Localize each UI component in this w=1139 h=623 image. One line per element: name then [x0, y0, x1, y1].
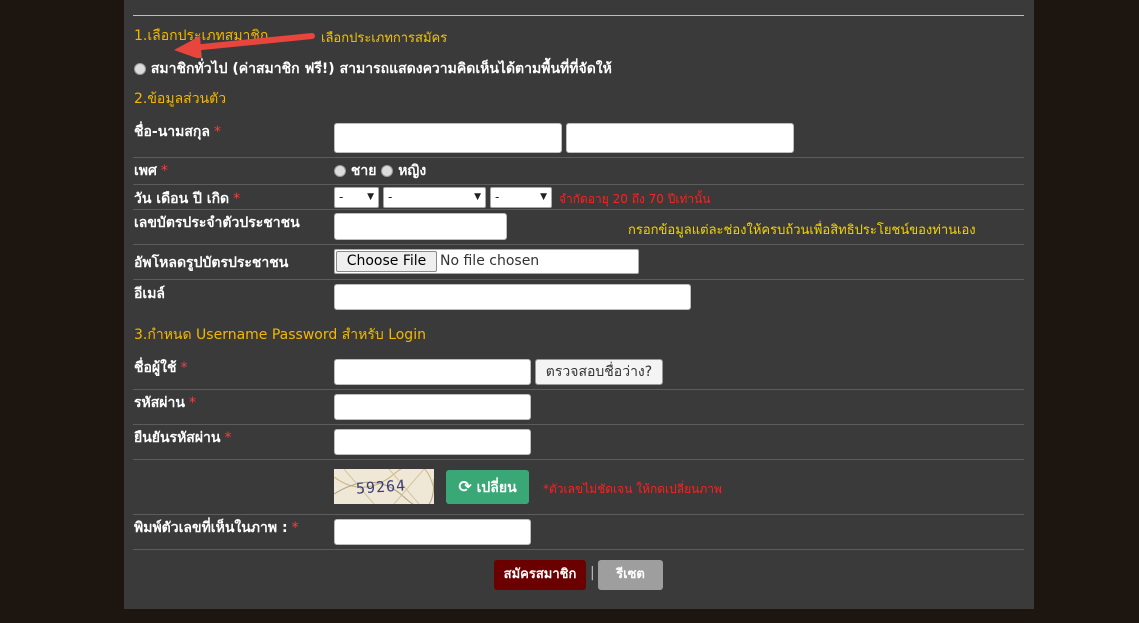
row-divider [133, 244, 1024, 245]
gender-female-label: หญิง [398, 163, 427, 179]
first-name-input[interactable] [334, 123, 562, 153]
confirm-password-label: ยืนยันรหัสผ่าน * [134, 430, 232, 446]
birth-day-select[interactable]: - ▼ [334, 187, 379, 208]
row-divider [133, 184, 1024, 185]
last-name-input[interactable] [566, 123, 794, 153]
username-input[interactable] [334, 359, 531, 385]
username-label: ชื่อผู้ใช้ * [134, 360, 188, 376]
refresh-captcha-button[interactable]: ⟳ เปลี่ยน [446, 470, 529, 504]
refresh-icon: ⟳ [458, 477, 472, 496]
annotation-label: เลือกประเภทการสมัคร [321, 31, 448, 46]
submit-register-button[interactable]: สมัครสมาชิก [494, 560, 586, 590]
id-card-input[interactable] [334, 213, 507, 240]
section-title-personal-info: 2.ข้อมูลส่วนตัว [134, 91, 227, 107]
choose-file-button[interactable]: Choose File [336, 251, 437, 272]
radio-general-member[interactable] [134, 63, 146, 75]
row-divider [133, 549, 1024, 550]
fill-all-note: กรอกข้อมูลแต่ละช่องให้ครบถ้วนเพื่อสิทธิป… [628, 223, 976, 238]
captcha-image: 59264 [334, 469, 434, 504]
radio-male[interactable] [334, 165, 346, 177]
check-username-button[interactable]: ตรวจสอบชื่อว่าง? [535, 359, 663, 385]
row-divider [133, 157, 1024, 158]
row-divider [133, 389, 1024, 390]
password-label: รหัสผ่าน * [134, 395, 196, 411]
password-input[interactable] [334, 394, 531, 420]
email-label: อีเมล์ [134, 286, 166, 302]
birth-year-select[interactable]: - ▼ [490, 187, 552, 208]
row-divider [133, 514, 1024, 515]
radio-female[interactable] [381, 165, 394, 177]
id-card-label: เลขบัตรประจำตัวประชาชน [134, 215, 300, 231]
captcha-input-label: พิมพ์ตัวเลขที่เห็นในภาพ : * [134, 520, 299, 536]
row-divider [133, 459, 1024, 460]
annotation-arrow-icon [174, 33, 315, 58]
email-input[interactable] [334, 284, 691, 310]
row-divider [133, 209, 1024, 210]
confirm-password-input[interactable] [334, 429, 531, 455]
row-divider [133, 424, 1024, 425]
file-upload-field[interactable]: Choose File No file chosen [334, 249, 639, 274]
gender-label: เพศ * [134, 163, 168, 179]
captcha-text: 59264 [355, 476, 407, 498]
gender-male-label: ชาย [350, 163, 377, 179]
captcha-input[interactable] [334, 519, 531, 545]
age-limit-note: จำกัดอายุ 20 ถึง 70 ปีเท่านั้น [559, 192, 711, 206]
top-divider [133, 15, 1024, 16]
member-type-row[interactable]: สมาชิกทั่วไป (ค่าสมาชิก ฟรี!) สามารถแสดง… [134, 58, 612, 80]
option-general-member-label: สมาชิกทั่วไป (ค่าสมาชิก ฟรี!) สามารถแสดง… [150, 61, 612, 77]
section-title-login: 3.กำหนด Username Password สำหรับ Login [134, 327, 426, 343]
row-divider [133, 279, 1024, 280]
birth-month-select[interactable]: - ▼ [383, 187, 486, 208]
gender-options: ชาย หญิง [334, 160, 426, 182]
reset-button[interactable]: รีเซต [598, 560, 663, 590]
name-label: ชื่อ-นามสกุล * [134, 124, 221, 140]
captcha-note: *ตัวเลขไม่ชัดเจน ให้กดเปลี่ยนภาพ [543, 482, 722, 496]
upload-id-label: อัพโหลดรูปบัตรประชาชน [134, 255, 289, 271]
no-file-text: No file chosen [440, 253, 540, 269]
dropdown-arrow-icon: ▼ [540, 192, 547, 202]
dropdown-arrow-icon: ▼ [367, 192, 374, 202]
button-separator: | [590, 565, 595, 581]
birthdate-label: วัน เดือน ปี เกิด * [134, 191, 241, 207]
dropdown-arrow-icon: ▼ [474, 192, 481, 202]
